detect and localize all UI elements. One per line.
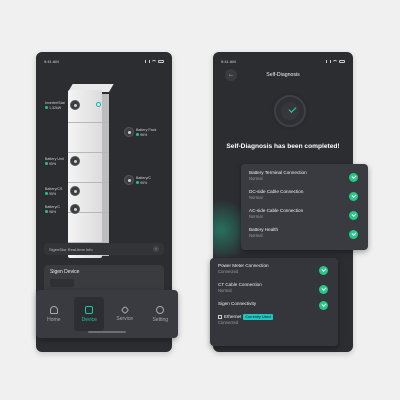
battery-unit-node[interactable] [70,156,80,166]
battery-c-node[interactable] [124,175,134,185]
tag-battery-pack: Battery Pack 96% [136,128,157,137]
check-circle-icon [349,173,358,182]
device-card-title: Sigen Device [50,269,80,275]
battery-cs-node[interactable] [70,186,80,196]
device-icon [85,305,94,314]
check-circle-icon [349,192,358,201]
setting-icon [156,305,165,314]
list-item[interactable]: Power Meter Connection Connected [218,263,332,280]
battery-pack-node[interactable] [124,127,134,137]
currently-used-badge: Currently Used [243,314,273,320]
tag-battery-cs: Battery/CS 95% [45,187,63,196]
home-icon [49,305,58,314]
tab-setting[interactable]: Setting [145,305,175,323]
list-item[interactable]: Battery Health Normal [249,227,362,244]
list-item[interactable]: CT Cable Connection Normal [218,282,332,299]
battery-stack-image [64,82,114,262]
diagnosis-panel-battery: Battery Terminal Connection Normal DC-si… [241,164,368,250]
status-bar: 9:41 AM [221,57,345,65]
completed-message: Self-Diagnosis has been completed! [226,143,340,150]
check-circle-icon [319,301,328,310]
completed-check-icon [274,95,306,127]
tab-home[interactable]: Home [39,305,69,323]
check-circle-icon [319,285,328,294]
wifi-icon [333,59,337,63]
tab-device[interactable]: Device [74,297,105,331]
tag-inverter: Inverter/Stat 1.32kW [45,101,65,110]
status-time: 9:41 AM [221,58,236,64]
signal-icon [326,59,331,63]
inverter-node[interactable] [70,100,80,110]
tag-battery-bottom: Battery/C 98% [45,205,60,214]
list-item[interactable]: AC-side Cable Connection Normal [249,208,362,225]
diagnosis-panel-connection: Power Meter Connection Connected CT Cabl… [210,258,338,346]
chevron-right-icon: › [153,246,159,252]
list-item[interactable]: DC-side Cable Connection Normal [249,189,362,206]
realtime-info-row[interactable]: SigenStor Real-time Info › [44,243,164,255]
check-circle-icon [349,211,358,220]
status-time: 9:41 AM [44,58,59,64]
tab-service[interactable]: Service [110,305,140,322]
check-circle-icon [319,266,328,275]
wifi-icon [152,59,156,63]
page-title: Self-Diagnosis [266,72,300,78]
battery-bottom-node[interactable] [70,204,80,214]
realtime-info-label: SigenStor Real-time Info [49,246,93,252]
battery-status-icon [339,59,345,63]
ethernet-row[interactable]: Ethernet Currently Used Connected [218,314,332,331]
status-led-icon [96,102,101,107]
battery-status-icon [158,59,164,63]
tag-battery-unit: Battery Unit 95% [45,157,64,166]
check-circle-icon [349,230,358,239]
signal-icon [145,59,150,63]
service-icon [120,305,129,314]
status-bar: 9:41 AM [44,57,164,65]
list-item[interactable]: Battery Terminal Connection Normal [249,170,362,187]
home-indicator [88,331,126,333]
tag-battery-c: Battery/C 95% [136,176,151,185]
ethernet-icon [218,315,222,319]
